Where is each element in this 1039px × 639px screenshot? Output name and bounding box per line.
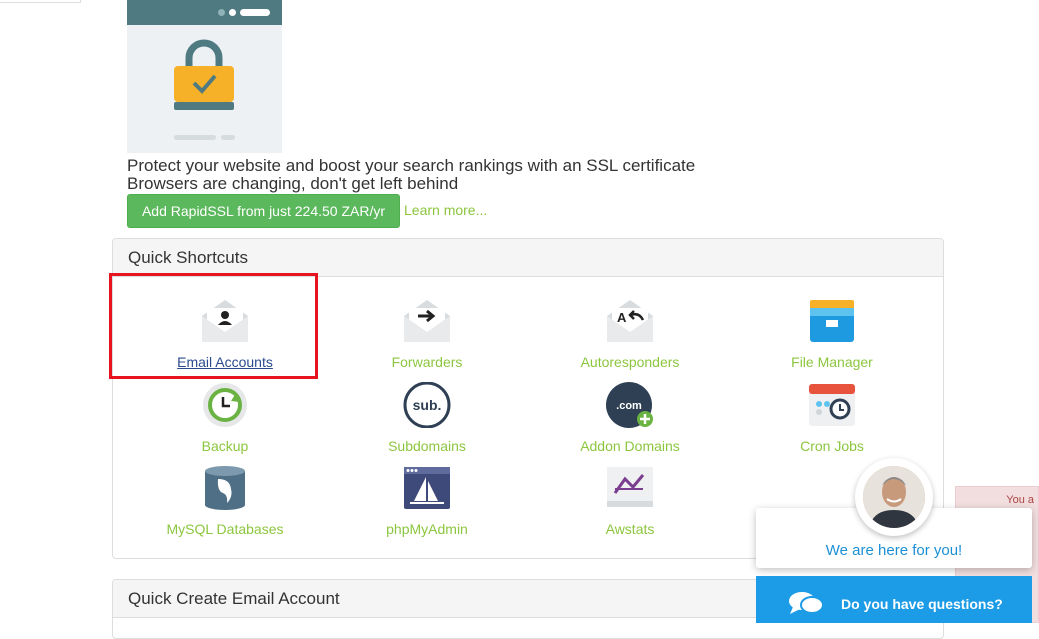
shortcut-forwarders[interactable]: Forwarders	[327, 298, 527, 370]
agent-avatar[interactable]	[855, 458, 933, 536]
shortcut-label[interactable]: MySQL Databases	[125, 521, 325, 537]
shortcut-subdomains[interactable]: sub. Subdomains	[327, 381, 527, 454]
backup-icon	[200, 382, 250, 428]
lock-icon	[174, 39, 234, 110]
person-icon	[863, 466, 925, 528]
highlight-box	[109, 273, 318, 379]
ssl-promo-text: Protect your website and boost your sear…	[127, 157, 695, 193]
sub-icon-text: sub.	[413, 397, 442, 413]
shortcut-label[interactable]: Forwarders	[327, 354, 527, 370]
chat-open-button[interactable]: Do you have questions?	[756, 576, 1032, 623]
addon-domains-icon: .com	[605, 382, 655, 428]
ssl-line-1: Protect your website and boost your sear…	[127, 156, 696, 175]
shortcut-label[interactable]: Autoresponders	[530, 354, 730, 370]
forwarders-icon	[402, 298, 452, 344]
shortcut-addon-domains[interactable]: .com Addon Domains	[530, 382, 730, 454]
shortcut-cron-jobs[interactable]: Cron Jobs	[732, 382, 932, 454]
shortcut-label[interactable]: Cron Jobs	[732, 438, 932, 454]
autoresponders-icon: A	[605, 298, 655, 344]
shortcut-backup[interactable]: Backup	[125, 382, 325, 454]
chat-bubble-icon	[789, 592, 824, 614]
phpmyadmin-icon	[402, 465, 452, 511]
panel-title: Quick Shortcuts	[113, 239, 943, 277]
shortcut-label[interactable]: Awstats	[530, 521, 730, 537]
shortcut-phpmyadmin[interactable]: phpMyAdmin	[327, 465, 527, 537]
shortcut-label[interactable]: Subdomains	[327, 438, 527, 454]
subdomains-icon: sub.	[402, 381, 452, 429]
file-manager-icon	[807, 298, 857, 344]
shortcut-autoresponders[interactable]: A Autoresponders	[530, 298, 730, 370]
add-ssl-button[interactable]: Add RapidSSL from just 224.50 ZAR/yr	[127, 194, 400, 228]
com-icon-text: .com	[616, 400, 642, 412]
chat-greeting: We are here for you!	[825, 542, 963, 559]
shortcut-label[interactable]: Addon Domains	[530, 438, 730, 454]
shortcut-awstats[interactable]: Awstats	[530, 465, 730, 537]
learn-more-link[interactable]: Learn more...	[404, 202, 487, 218]
shortcut-label[interactable]: File Manager	[732, 354, 932, 370]
shortcut-mysql-databases[interactable]: MySQL Databases	[125, 465, 325, 537]
svg-text:A: A	[617, 310, 627, 325]
top-left-box	[0, 0, 81, 3]
mysql-databases-icon	[200, 465, 250, 511]
shortcut-file-manager[interactable]: File Manager	[732, 298, 932, 370]
chat-question: Do you have questions?	[841, 596, 1003, 612]
alert-text: You a	[1006, 494, 1034, 506]
ssl-line-2: Browsers are changing, don't get left be…	[127, 174, 459, 193]
shortcut-label[interactable]: phpMyAdmin	[327, 521, 527, 537]
awstats-icon	[605, 465, 655, 511]
shortcut-label[interactable]: Backup	[125, 438, 325, 454]
ssl-illustration	[127, 0, 282, 153]
cron-jobs-icon	[807, 382, 857, 428]
